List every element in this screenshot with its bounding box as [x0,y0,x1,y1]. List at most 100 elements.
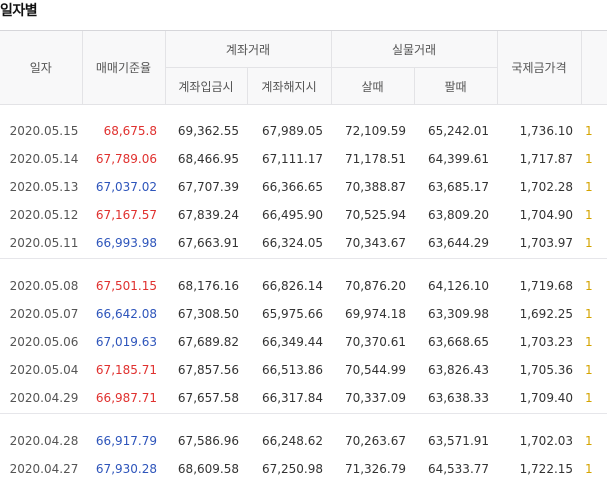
date-cell: 2020.05.11 [9,236,79,250]
physical-buy-cell: 70,544.99 [344,363,407,377]
account-withdraw-cell: 67,250.98 [261,462,324,476]
physical-buy-cell: 70,525.94 [344,208,407,222]
extra-cell: 1 [585,124,593,138]
account-deposit-cell: 67,689.82 [177,335,239,349]
date-cell: 2020.05.13 [9,180,79,194]
account-deposit-cell: 67,663.91 [177,236,239,250]
physical-buy-cell: 71,178.51 [344,152,407,166]
intl-price-cell: 1,702.28 [519,180,574,194]
table-row: 2020.04.27 67,930.28 68,609.58 67,250.98 71,… [0,455,607,483]
intl-price-cell: 1,709.40 [519,391,574,405]
physical-buy-cell: 70,876.20 [344,279,407,293]
extra-cell: 1 [585,434,593,448]
extra-cell: 1 [585,391,593,405]
intl-price-cell: 1,719.68 [519,279,574,293]
group-spacer [0,105,607,118]
physical-sell-cell: 63,685.17 [427,180,490,194]
account-deposit-cell: 68,466.95 [177,152,239,166]
base-rate-cell: 67,037.02 [95,180,157,194]
date-cell: 2020.04.29 [9,391,79,405]
base-rate-cell: 67,501.15 [95,279,157,293]
table-body: 2020.05.15 68,675.8 69,362.55 67,989.05 72,1… [0,105,607,484]
account-deposit-cell: 67,308.50 [177,307,239,321]
date-cell: 2020.05.14 [9,152,79,166]
physical-sell-cell: 63,309.98 [427,307,490,321]
account-deposit-cell: 68,609.58 [177,462,239,476]
physical-buy-cell: 70,337.09 [344,391,407,405]
base-rate-cell: 67,185.71 [95,363,157,377]
account-withdraw-cell: 66,317.84 [261,391,324,405]
account-withdraw-cell: 67,989.05 [261,124,324,138]
header-date: 일자 [0,30,82,105]
header-account-group: 계좌거래 [164,30,332,68]
extra-cell: 1 [585,462,593,476]
physical-buy-cell: 70,388.87 [344,180,407,194]
intl-price-cell: 1,702.03 [519,434,574,448]
physical-buy-cell: 72,109.59 [344,124,407,138]
date-cell: 2020.05.15 [9,124,79,138]
header-physical-group: 실물거래 [330,30,498,68]
date-cell: 2020.05.07 [9,307,79,321]
account-deposit-cell: 68,176.16 [177,279,239,293]
physical-sell-cell: 65,242.01 [427,124,490,138]
header-account-deposit: 계좌입금시 [164,67,247,105]
account-withdraw-cell: 66,495.90 [261,208,324,222]
table-header: 일자 매매기준율 계좌거래 실물거래 국제금가격 계좌입금시 계좌해지시 살때 … [0,30,607,105]
account-withdraw-cell: 66,324.05 [261,236,324,250]
intl-price-cell: 1,736.10 [519,124,574,138]
account-withdraw-cell: 66,826.14 [261,279,324,293]
header-base-rate: 매매기준율 [81,30,165,105]
base-rate-cell: 66,993.98 [95,236,157,250]
date-cell: 2020.05.08 [9,279,79,293]
extra-cell: 1 [585,208,593,222]
intl-price-cell: 1,722.15 [519,462,574,476]
account-withdraw-cell: 67,111.17 [261,152,324,166]
base-rate-cell: 67,167.57 [95,208,157,222]
extra-cell: 1 [585,180,593,194]
account-deposit-cell: 67,707.39 [177,180,239,194]
table-row: 2020.05.12 67,167.57 67,839.24 66,495.90 70,… [0,201,607,229]
intl-price-cell: 1,717.87 [519,152,574,166]
date-cell: 2020.04.28 [9,434,79,448]
account-deposit-cell: 67,857.56 [177,363,239,377]
intl-price-cell: 1,704.90 [519,208,574,222]
date-cell: 2020.05.06 [9,335,79,349]
account-withdraw-cell: 66,248.62 [261,434,324,448]
section-title: 일자별 [0,3,38,19]
intl-price-cell: 1,705.36 [519,363,574,377]
physical-buy-cell: 69,974.18 [344,307,407,321]
account-withdraw-cell: 65,975.66 [261,307,324,321]
base-rate-cell: 66,987.71 [95,391,157,405]
extra-cell: 1 [585,307,593,321]
intl-price-cell: 1,692.25 [519,307,574,321]
intl-price-cell: 1,703.23 [519,335,574,349]
gold-price-page: 일자별 일자 매매기준율 계좌거래 실물거래 국제금가격 계좌입금시 계좌해지시 [0,0,607,498]
base-rate-cell: 66,642.08 [95,307,157,321]
header-physical-sell: 팔때 [413,67,498,105]
physical-buy-cell: 70,263.67 [344,434,407,448]
extra-cell: 1 [585,335,593,349]
physical-sell-cell: 63,571.91 [427,434,490,448]
base-rate-cell: 67,789.06 [95,152,157,166]
base-rate-cell: 67,019.63 [95,335,157,349]
account-withdraw-cell: 66,366.65 [261,180,324,194]
base-rate-cell: 66,917.79 [95,434,157,448]
group-spacer [0,259,607,273]
intl-price-cell: 1,703.97 [519,236,574,250]
physical-sell-cell: 63,826.43 [427,363,490,377]
date-cell: 2020.05.04 [9,363,79,377]
base-rate-cell: 67,930.28 [95,462,157,476]
daily-price-table: 일자 매매기준율 계좌거래 실물거래 국제금가격 계좌입금시 계좌해지시 살때 … [0,30,607,483]
extra-cell: 1 [585,363,593,377]
physical-sell-cell: 63,809.20 [427,208,490,222]
base-rate-cell: 68,675.8 [103,124,157,138]
daily-price-table-wrap: 일자 매매기준율 계좌거래 실물거래 국제금가격 계좌입금시 계좌해지시 살때 … [0,30,607,483]
physical-buy-cell: 71,326.79 [344,462,407,476]
table-row: 2020.05.07 66,642.08 67,308.50 65,975.66 69,… [0,300,607,328]
physical-sell-cell: 64,126.10 [427,279,490,293]
physical-sell-cell: 63,638.33 [427,391,490,405]
header-extra [580,30,607,105]
header-intl-price: 국제금가격 [496,30,582,105]
table-row: 2020.05.15 68,675.8 69,362.55 67,989.05 72,1… [0,117,607,145]
header-physical-buy: 살때 [330,67,415,105]
